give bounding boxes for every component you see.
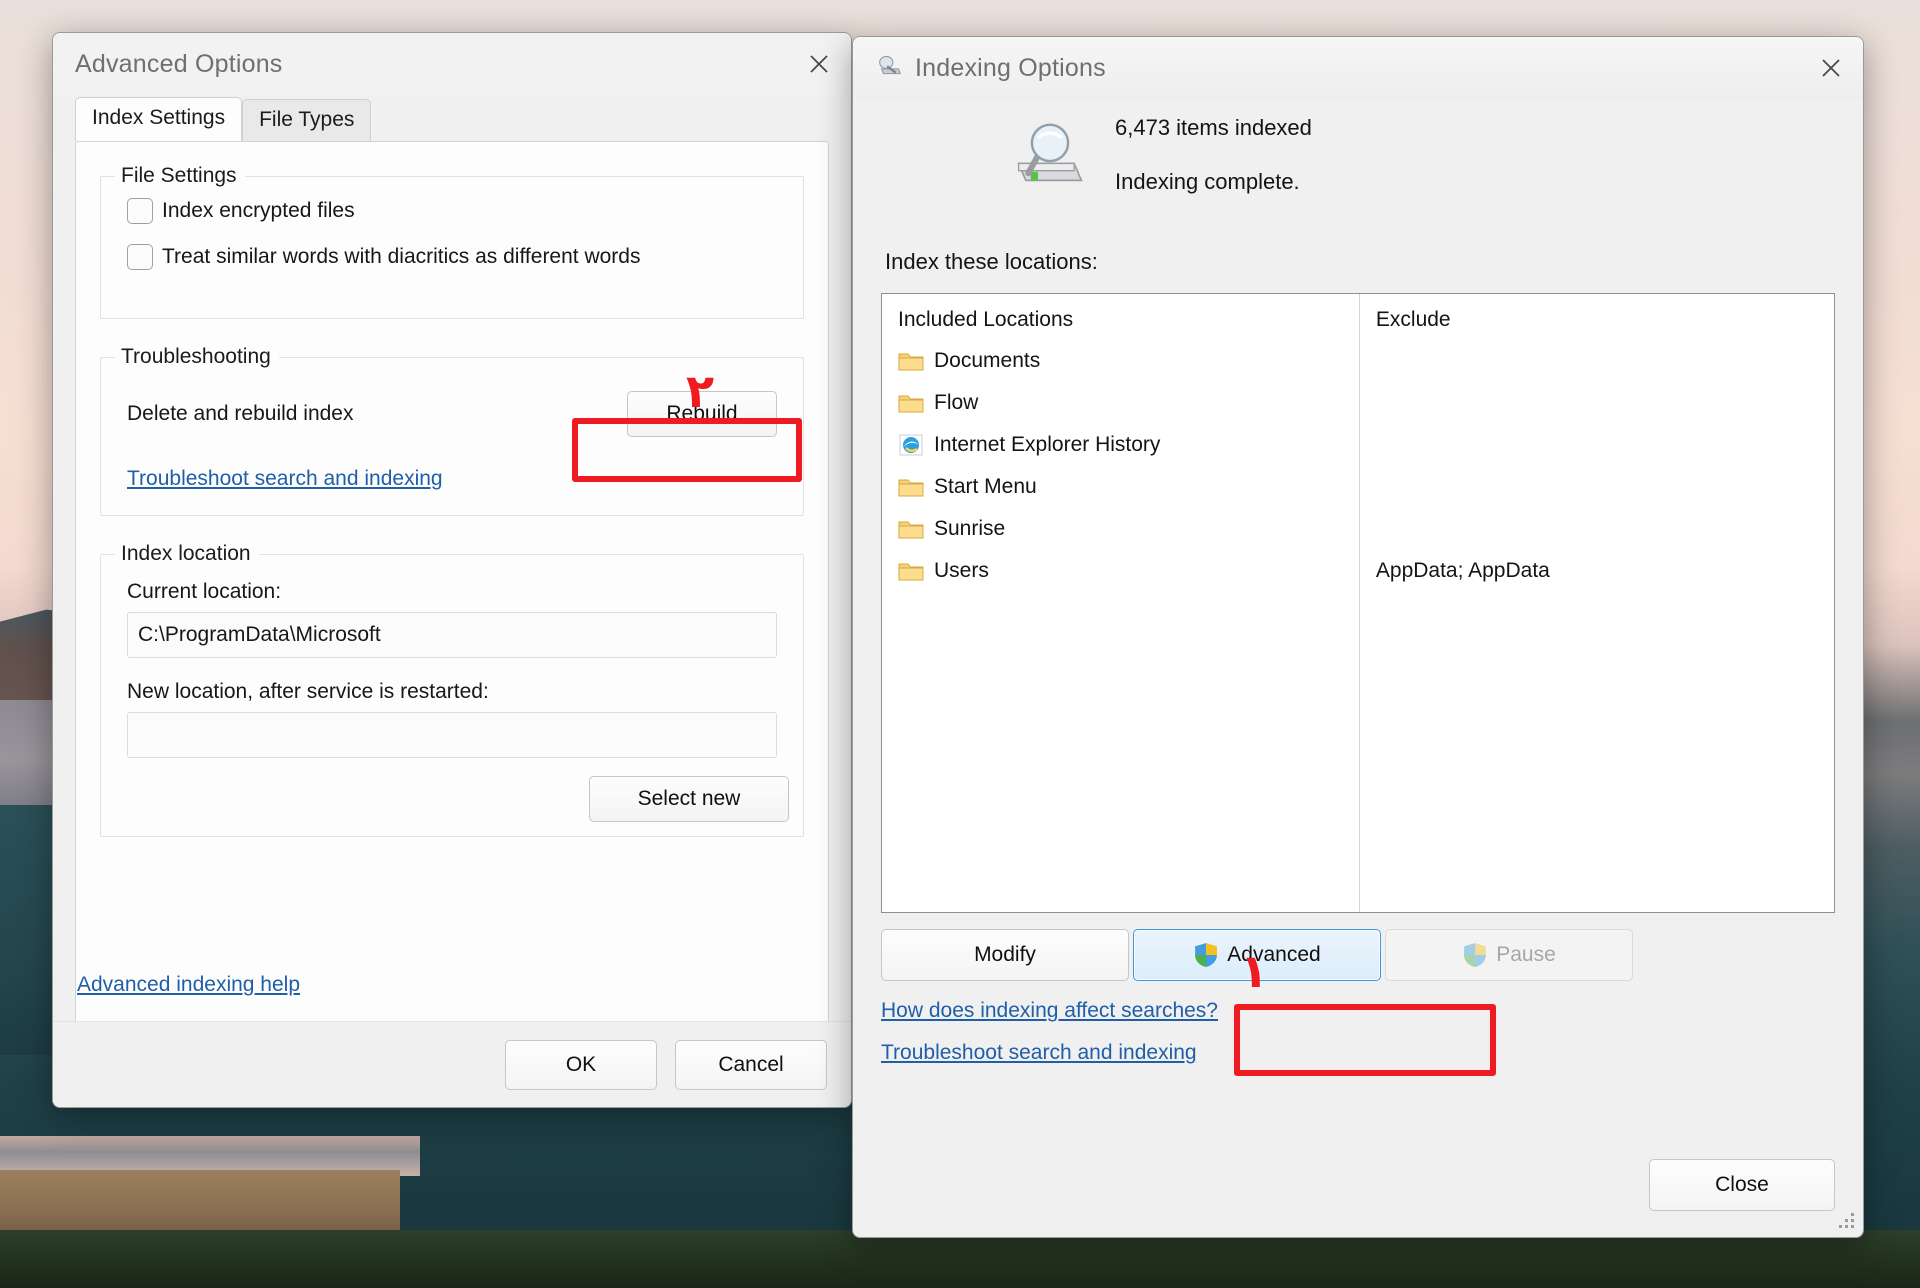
indexing-options-body: 6,473 items indexed Indexing complete. I…: [853, 99, 1863, 1237]
exclude-cell-empty: [1360, 508, 1834, 550]
items-indexed-text: 6,473 items indexed: [1115, 115, 1312, 140]
internet-explorer-icon: [899, 434, 923, 456]
exclude-cell-users: AppData; AppData: [1375, 559, 1550, 582]
advanced-button-label: Advanced: [1227, 943, 1321, 966]
index-these-locations-label: Index these locations:: [885, 249, 1098, 274]
list-item-label: Internet Explorer History: [934, 433, 1161, 456]
file-settings-group: File Settings Index encrypted files Trea…: [100, 164, 804, 319]
tab-index-settings-label: Index Settings: [92, 106, 226, 129]
pause-button-label: Pause: [1496, 943, 1556, 966]
list-item[interactable]: Users: [882, 550, 1359, 592]
index-settings-panel: File Settings Index encrypted files Trea…: [75, 141, 829, 1031]
indexing-options-links: How does indexing affect searches? Troub…: [881, 999, 1835, 1065]
exclude-cell-empty: [1360, 382, 1834, 424]
new-location-block: New location, after service is restarted…: [127, 680, 777, 758]
index-location-legend: Index location: [121, 542, 251, 565]
list-item[interactable]: Start Menu: [882, 466, 1359, 508]
advanced-options-tabstrip: Index Settings File Types: [75, 97, 851, 141]
exclude-column: Exclude AppData; AppData: [1360, 294, 1834, 912]
troubleshooting-legend: Troubleshooting: [121, 345, 271, 368]
new-location-input[interactable]: [127, 712, 777, 758]
advanced-options-title: Advanced Options: [75, 49, 283, 78]
list-item[interactable]: Internet Explorer History: [882, 424, 1359, 466]
current-location-block: Current location:: [127, 580, 777, 658]
list-item-label: Sunrise: [934, 517, 1006, 540]
list-item[interactable]: Flow: [882, 382, 1359, 424]
exclude-cell-empty: [1360, 424, 1834, 466]
checkbox-index-encrypted-files-label: Index encrypted files: [162, 199, 355, 222]
checkbox-index-encrypted-files[interactable]: [127, 198, 153, 224]
file-settings-legend: File Settings: [121, 164, 237, 187]
indexing-status-row: 6,473 items indexed Indexing complete.: [881, 99, 1835, 201]
wallpaper-horizon-strip: [0, 1136, 420, 1176]
select-new-row: Select new: [115, 776, 789, 822]
list-item-label: Flow: [934, 391, 979, 414]
rebuild-row: Delete and rebuild index Rebuild: [127, 387, 777, 441]
checkbox-row-diacritics[interactable]: Treat similar words with diacritics as d…: [127, 244, 789, 270]
index-location-group: Index location Current location: New loc…: [100, 542, 804, 837]
advanced-indexing-help-link[interactable]: Advanced indexing help: [77, 973, 300, 997]
tab-file-types[interactable]: File Types: [242, 99, 372, 141]
advanced-options-titlebar: Advanced Options: [53, 33, 851, 95]
folder-icon: [898, 395, 924, 413]
rebuild-row-label: Delete and rebuild index: [127, 402, 354, 425]
folder-icon: [898, 521, 924, 539]
pause-button[interactable]: Pause: [1385, 929, 1633, 981]
close-icon: [1822, 59, 1840, 77]
troubleshoot-search-link[interactable]: Troubleshoot search and indexing: [127, 467, 443, 491]
indexing-options-window: Indexing Options 6,473 items indexed Ind…: [852, 36, 1864, 1238]
rebuild-button[interactable]: Rebuild: [627, 391, 777, 437]
advanced-indexing-help-wrap: Advanced indexing help: [77, 973, 300, 997]
advanced-options-window: Advanced Options Index Settings File Typ…: [52, 32, 852, 1108]
uac-shield-icon: [1464, 943, 1487, 967]
exclude-header: Exclude: [1375, 308, 1451, 331]
close-icon: [810, 55, 828, 73]
select-new-button[interactable]: Select new: [589, 776, 789, 822]
checkbox-diacritics-label: Treat similar words with diacritics as d…: [162, 245, 641, 268]
list-item-label: Start Menu: [934, 475, 1037, 498]
indexing-options-close-button[interactable]: [1799, 37, 1863, 99]
list-item[interactable]: Sunrise: [882, 508, 1359, 550]
indexing-options-icon: [879, 55, 902, 75]
ok-button[interactable]: OK: [505, 1039, 657, 1090]
advanced-button[interactable]: Advanced: [1133, 929, 1381, 981]
search-drive-icon: [1017, 123, 1083, 182]
cancel-button[interactable]: Cancel: [675, 1039, 827, 1090]
wallpaper-foreground: [0, 1230, 1920, 1288]
included-locations-header: Included Locations: [898, 308, 1074, 331]
indexing-options-title: Indexing Options: [915, 53, 1106, 82]
new-location-label: New location, after service is restarted…: [127, 680, 489, 703]
troubleshooting-group: Troubleshooting Delete and rebuild index…: [100, 345, 804, 516]
exclude-cell-empty: [1360, 466, 1834, 508]
advanced-options-close-button[interactable]: [787, 33, 851, 95]
folder-icon: [898, 563, 924, 581]
how-does-indexing-affect-searches-link[interactable]: How does indexing affect searches?: [881, 999, 1835, 1023]
tab-file-types-label: File Types: [259, 108, 355, 131]
indexing-options-footer: Close: [1649, 1159, 1835, 1211]
exclude-cell-empty: [1360, 340, 1834, 382]
uac-shield-icon: [1195, 943, 1218, 967]
indexing-status-texts: 6,473 items indexed Indexing complete.: [1115, 115, 1312, 195]
indexing-state-text: Indexing complete.: [1115, 169, 1300, 194]
current-location-label: Current location:: [127, 580, 282, 603]
indexing-options-titlebar: Indexing Options: [853, 37, 1863, 99]
list-item-label: Documents: [934, 349, 1041, 372]
tab-index-settings[interactable]: Index Settings: [75, 97, 243, 141]
checkbox-diacritics[interactable]: [127, 244, 153, 270]
locations-listbox[interactable]: Included Locations Documents Flow Intern…: [881, 293, 1835, 913]
indexing-options-buttons: Modify Advanced Pause: [881, 929, 1835, 981]
folder-icon: [898, 479, 924, 497]
modify-button[interactable]: Modify: [881, 929, 1129, 981]
resize-grip[interactable]: [1839, 1213, 1855, 1229]
included-locations-column: Included Locations Documents Flow Intern…: [882, 294, 1360, 912]
current-location-input[interactable]: [127, 612, 777, 658]
folder-icon: [898, 353, 924, 371]
wallpaper-field: [0, 1170, 400, 1240]
advanced-options-footer: OK Cancel: [53, 1021, 851, 1107]
close-button[interactable]: Close: [1649, 1159, 1835, 1211]
checkbox-row-index-encrypted-files[interactable]: Index encrypted files: [127, 198, 789, 224]
list-item[interactable]: Documents: [882, 340, 1359, 382]
list-item-label: Users: [934, 559, 989, 582]
troubleshoot-search-and-indexing-link[interactable]: Troubleshoot search and indexing: [881, 1041, 1835, 1065]
